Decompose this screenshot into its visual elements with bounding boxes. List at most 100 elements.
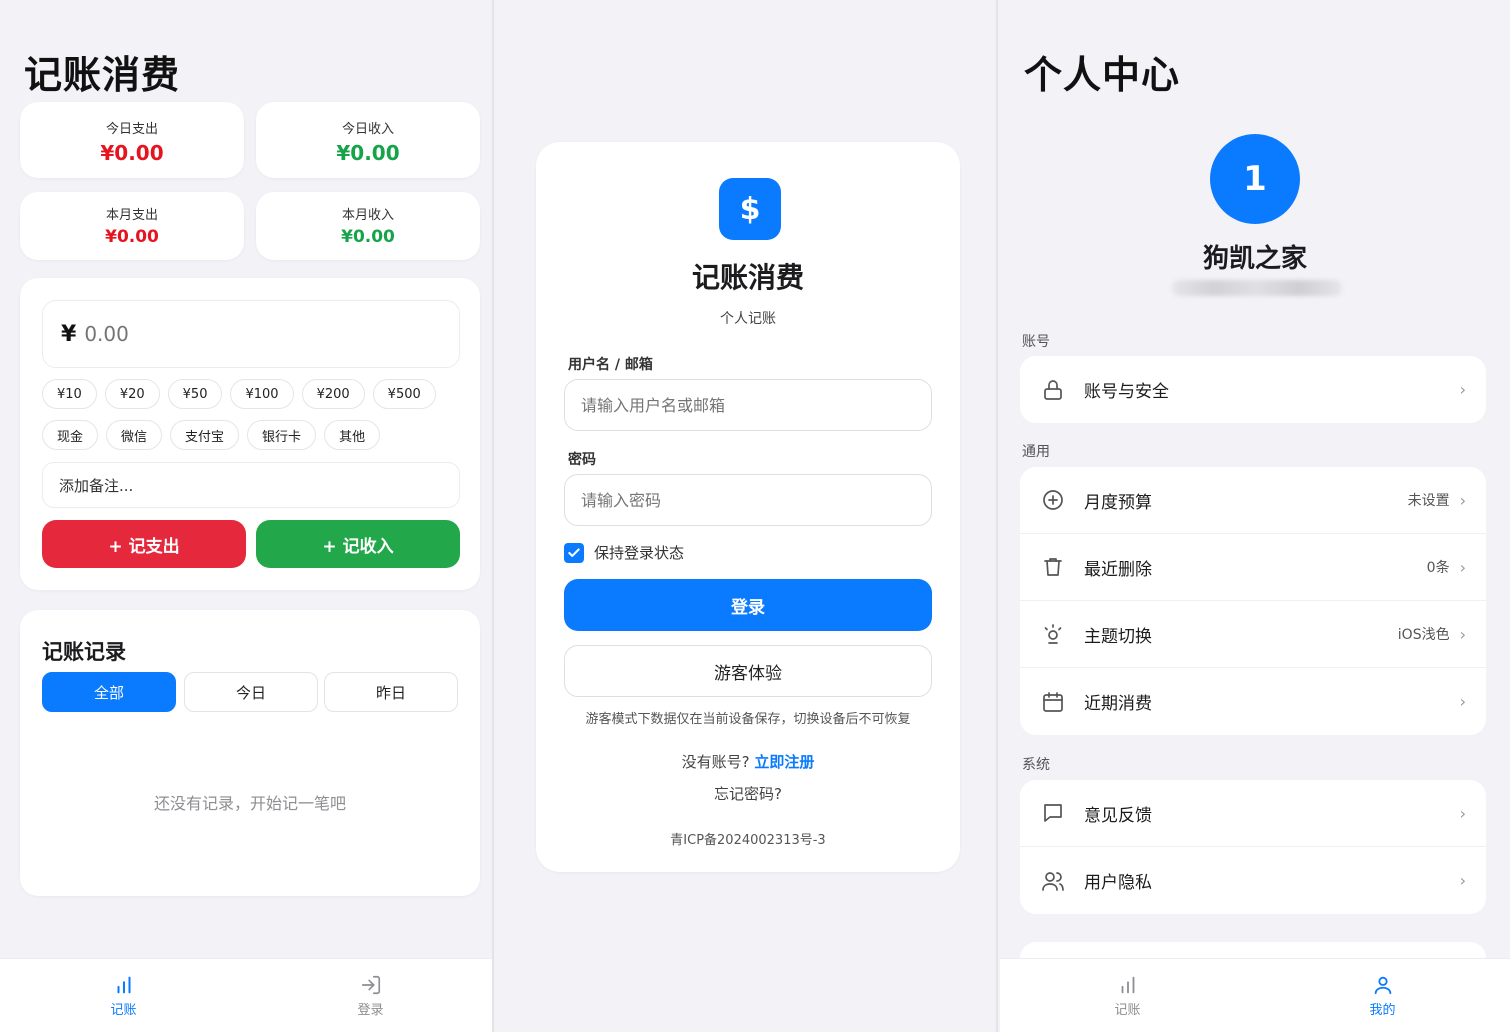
currency-symbol: ¥ bbox=[61, 321, 77, 347]
quick-amount-chip[interactable]: ¥500 bbox=[372, 379, 436, 409]
ledger-panel: 记账消费 今日支出 ¥0.00 今日收入 ¥0.00 本月支出 ¥0.00 本月… bbox=[0, 0, 494, 1032]
list-item-privacy[interactable]: 用户隐私 › bbox=[1020, 847, 1486, 914]
account-list: 账号与安全 › bbox=[1020, 356, 1486, 423]
stat-card-month-income: 本月收入 ¥0.00 bbox=[256, 192, 480, 260]
quick-amount-chip[interactable]: ¥200 bbox=[301, 379, 365, 409]
remember-checkbox[interactable] bbox=[564, 542, 584, 563]
list-item-value: 未设置 bbox=[1407, 493, 1450, 509]
payment-method-chip[interactable]: 银行卡 bbox=[247, 420, 317, 450]
stat-value: ¥0.00 bbox=[100, 141, 164, 165]
stat-card-today-expense: 今日支出 ¥0.00 bbox=[20, 102, 244, 178]
icp-record-link[interactable]: 青ICP备2024002313号-3 bbox=[536, 829, 960, 848]
chevron-right-icon: › bbox=[1459, 803, 1466, 823]
username-input[interactable] bbox=[564, 379, 932, 431]
amount-field[interactable]: ¥ bbox=[42, 300, 460, 368]
list-item-recently-deleted[interactable]: 最近删除 0条 › bbox=[1020, 534, 1486, 601]
tab-label: 记账 bbox=[1114, 1002, 1141, 1018]
list-item-account-security[interactable]: 账号与安全 › bbox=[1020, 356, 1486, 423]
payment-method-chip[interactable]: 现金 bbox=[42, 420, 99, 450]
payment-method-chip[interactable]: 支付宝 bbox=[170, 420, 240, 450]
stat-label: 本月支出 bbox=[105, 208, 158, 223]
section-label-general: 通用 bbox=[1022, 444, 1050, 460]
list-item-label: 月度预算 bbox=[1084, 492, 1152, 513]
filter-tab-yesterday[interactable]: 昨日 bbox=[324, 672, 458, 712]
users-icon bbox=[1042, 871, 1064, 891]
chevron-right-icon: › bbox=[1459, 871, 1466, 890]
list-item-label: 意见反馈 bbox=[1084, 805, 1152, 826]
forgot-password-link[interactable]: 忘记密码? bbox=[536, 783, 960, 804]
stat-value: ¥0.00 bbox=[336, 141, 400, 165]
password-label: 密码 bbox=[568, 452, 596, 468]
payment-method-chip[interactable]: 微信 bbox=[106, 420, 163, 450]
redacted-account-info bbox=[1172, 280, 1342, 296]
guest-button[interactable]: 游客体验 bbox=[564, 645, 932, 697]
quick-amount-list: ¥10 ¥20 ¥50 ¥100 ¥200 ¥500 bbox=[42, 379, 436, 409]
login-subtitle: 个人记账 bbox=[720, 311, 776, 327]
user-icon bbox=[1374, 976, 1391, 994]
section-label-account: 账号 bbox=[1022, 334, 1050, 350]
trash-icon bbox=[1044, 558, 1062, 576]
login-title: 记账消费 bbox=[691, 261, 804, 294]
list-item-label: 账号与安全 bbox=[1084, 382, 1169, 402]
tab-bar: 记账 我的 bbox=[1000, 958, 1510, 1032]
register-line: 没有账号? 立即注册 bbox=[536, 751, 960, 772]
quick-amount-chip[interactable]: ¥50 bbox=[167, 379, 223, 409]
tab-label: 我的 bbox=[1369, 1002, 1396, 1018]
chevron-right-icon: › bbox=[1459, 380, 1466, 399]
records-title: 记账记录 bbox=[42, 640, 126, 664]
chevron-right-icon: › bbox=[1459, 490, 1466, 510]
login-panel: $ 记账消费 个人记账 用户名 / 邮箱 密码 保持登录状态 登录 游客体验 游… bbox=[496, 0, 998, 1032]
lock-icon bbox=[1044, 379, 1062, 400]
list-item-recent-spending[interactable]: 近期消费 › bbox=[1020, 668, 1486, 735]
app-logo: $ bbox=[719, 178, 781, 240]
remember-label: 保持登录状态 bbox=[594, 544, 685, 562]
no-account-text: 没有账号? bbox=[681, 753, 750, 771]
profile-panel: 个人中心 1 狗凯之家 账号 账号与安全 › 通用 月度预算 未设置 › 最近删… bbox=[1000, 0, 1510, 1032]
plus-circle-icon bbox=[1043, 490, 1063, 510]
stat-label: 今日支出 bbox=[105, 122, 158, 137]
avatar[interactable]: 1 bbox=[1210, 134, 1300, 224]
remember-login[interactable]: 保持登录状态 bbox=[564, 542, 684, 563]
list-item-monthly-budget[interactable]: 月度预算 未设置 › bbox=[1020, 467, 1486, 534]
password-input[interactable] bbox=[564, 474, 932, 526]
amount-input[interactable] bbox=[84, 322, 385, 346]
empty-state-text: 还没有记录，开始记一笔吧 bbox=[153, 794, 346, 813]
calendar-icon bbox=[1043, 691, 1063, 712]
bar-chart-icon bbox=[1121, 976, 1134, 993]
quick-amount-chip[interactable]: ¥10 bbox=[42, 379, 97, 409]
filter-tab-all[interactable]: 全部 bbox=[42, 672, 176, 712]
general-list: 月度预算 未设置 › 最近删除 0条 › 主题切换 iOS浅色 › 近期消费 › bbox=[1020, 467, 1486, 735]
payment-method-chip[interactable]: 其他 bbox=[324, 420, 381, 450]
login-icon bbox=[361, 975, 380, 994]
note-input[interactable]: 添加备注... bbox=[42, 462, 460, 508]
login-button[interactable]: 登录 bbox=[564, 579, 932, 631]
add-income-button[interactable]: + 记收入 bbox=[256, 520, 460, 568]
tab-label: 登录 bbox=[357, 1002, 384, 1018]
stat-value: ¥0.00 bbox=[105, 227, 159, 247]
list-item-theme[interactable]: 主题切换 iOS浅色 › bbox=[1020, 601, 1486, 668]
filter-tab-today[interactable]: 今日 bbox=[184, 672, 318, 712]
tab-login[interactable]: 登录 bbox=[247, 959, 492, 1032]
tab-bar: 记账 登录 bbox=[0, 958, 492, 1032]
tab-ledger[interactable]: 记账 bbox=[1000, 959, 1255, 1032]
list-item-value: 0条 bbox=[1426, 560, 1450, 576]
list-item-label: 最近删除 bbox=[1084, 559, 1152, 580]
add-expense-button[interactable]: + 记支出 bbox=[42, 520, 246, 568]
tab-ledger[interactable]: 记账 bbox=[0, 959, 247, 1032]
quick-amount-chip[interactable]: ¥20 bbox=[104, 379, 160, 409]
page-title: 记账消费 bbox=[24, 53, 181, 97]
quick-amount-chip[interactable]: ¥100 bbox=[230, 379, 294, 409]
guest-note: 游客模式下数据仅在当前设备保存，切换设备后不可恢复 bbox=[585, 712, 911, 727]
tab-profile[interactable]: 我的 bbox=[1255, 959, 1510, 1032]
records-card: 记账记录 全部 今日 昨日 还没有记录，开始记一笔吧 bbox=[20, 610, 480, 896]
register-link[interactable]: 立即注册 bbox=[754, 753, 814, 771]
list-item-feedback[interactable]: 意见反馈 › bbox=[1020, 780, 1486, 847]
sun-icon bbox=[1044, 624, 1062, 644]
bar-chart-icon bbox=[116, 976, 131, 993]
chevron-right-icon: › bbox=[1459, 624, 1466, 644]
stat-card-month-expense: 本月支出 ¥0.00 bbox=[20, 192, 244, 260]
stat-value: ¥0.00 bbox=[341, 227, 395, 247]
login-card: $ 记账消费 个人记账 用户名 / 邮箱 密码 保持登录状态 登录 游客体验 游… bbox=[536, 142, 960, 872]
stat-card-today-income: 今日收入 ¥0.00 bbox=[256, 102, 480, 178]
list-item-value: iOS浅色 bbox=[1397, 627, 1450, 643]
